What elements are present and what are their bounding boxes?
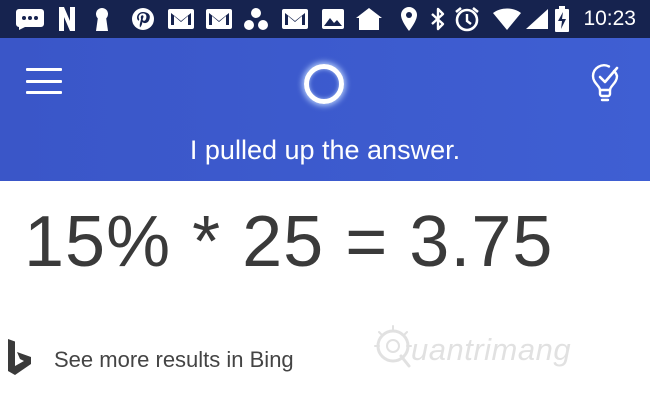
signal-icon	[524, 6, 550, 32]
keyhole-icon	[92, 6, 112, 32]
wifi-icon	[492, 6, 522, 32]
watermark-text: uantrimang	[411, 332, 572, 367]
notebook-lightbulb-icon[interactable]	[588, 62, 622, 102]
cortana-response-message: I pulled up the answer.	[189, 135, 461, 165]
dots-icon	[242, 6, 270, 32]
watermark-logo-icon	[374, 325, 412, 368]
netflix-icon	[56, 6, 78, 32]
watermark: uantrimang	[373, 322, 603, 378]
hamburger-menu-icon[interactable]	[26, 66, 62, 96]
gmail-icon	[280, 6, 310, 32]
bluetooth-icon	[428, 6, 448, 32]
alarm-icon	[452, 6, 482, 32]
bing-logo-icon	[6, 338, 34, 376]
see-more-in-bing-link[interactable]: See more results in Bing	[6, 336, 346, 384]
home-icon	[354, 6, 384, 32]
image-icon	[320, 6, 346, 32]
gmail-icon	[204, 6, 234, 32]
cortana-ring-icon[interactable]	[304, 64, 344, 104]
battery-charging-icon	[552, 6, 572, 32]
calculation-answer: 15% * 25 = 3.75	[24, 202, 554, 282]
status-bar: 10:23	[0, 0, 650, 38]
gmail-icon	[166, 6, 196, 32]
cortana-header: I pulled up the answer.	[0, 38, 650, 181]
location-icon	[398, 6, 420, 32]
status-time: 10:23	[583, 7, 636, 30]
bing-link-label: See more results in Bing	[54, 347, 294, 372]
message-icon	[14, 6, 46, 32]
pinterest-icon	[130, 6, 156, 32]
